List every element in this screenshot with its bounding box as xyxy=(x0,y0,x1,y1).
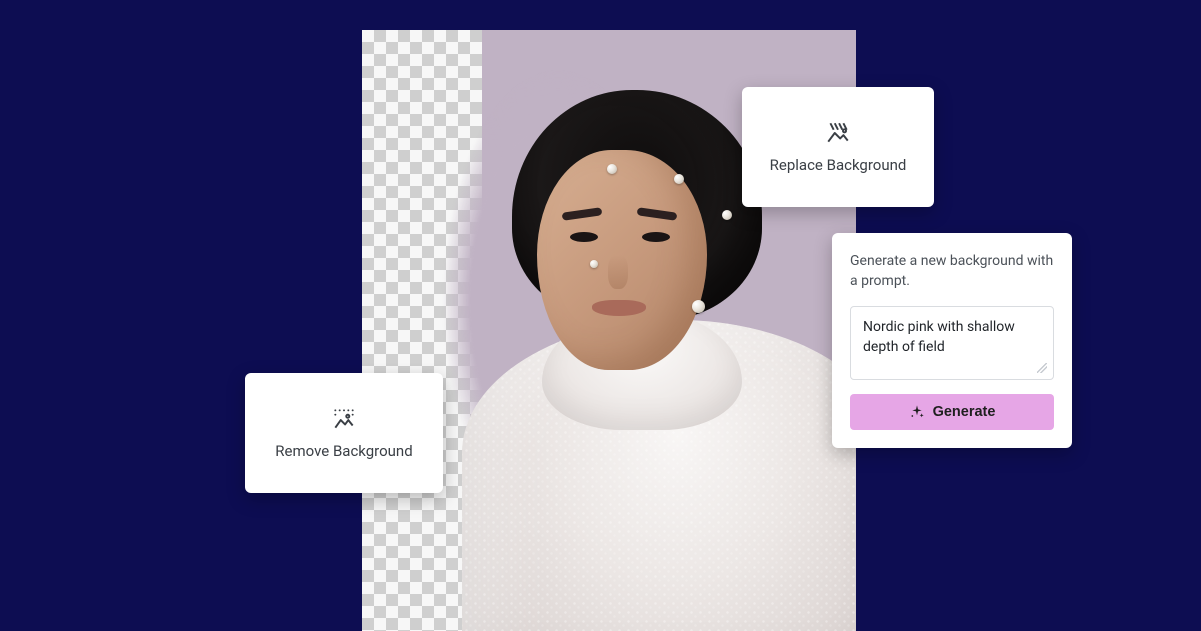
replace-background-card[interactable]: Replace Background xyxy=(742,87,934,207)
remove-background-card[interactable]: Remove Background xyxy=(245,373,443,493)
generate-background-card: Generate a new background with a prompt.… xyxy=(832,233,1072,448)
remove-bg-icon xyxy=(331,406,357,432)
sparkle-icon xyxy=(909,404,925,420)
remove-bg-label: Remove Background xyxy=(275,442,412,460)
transparency-checker xyxy=(362,30,482,631)
generate-button[interactable]: Generate xyxy=(850,394,1054,430)
replace-bg-icon xyxy=(825,120,851,146)
prompt-caption: Generate a new background with a prompt. xyxy=(850,251,1054,292)
replace-bg-label: Replace Background xyxy=(770,156,907,174)
generate-button-label: Generate xyxy=(933,404,996,420)
prompt-input[interactable]: Nordic pink with shallow depth of field xyxy=(850,306,1054,381)
